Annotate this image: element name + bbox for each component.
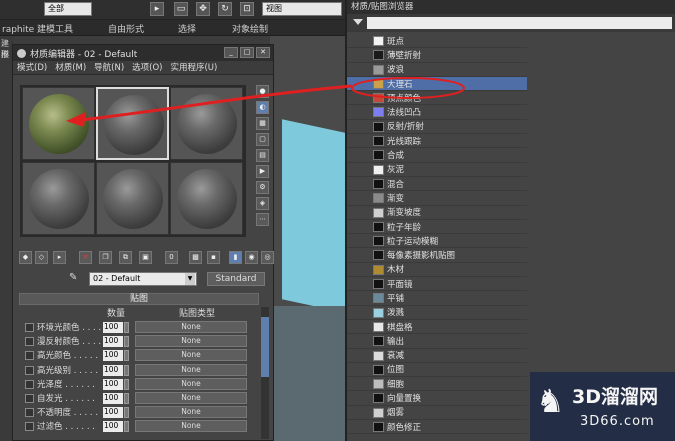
annotation-arrow xyxy=(79,84,353,122)
deer-logo-icon: ♞ xyxy=(536,382,565,420)
watermark-logo: ♞ 3D溜溜网 3D66.com xyxy=(530,372,675,441)
watermark-sub: 3D66.com xyxy=(580,414,655,429)
watermark-main: 3D溜溜网 xyxy=(572,386,658,408)
annotation-arrow-head xyxy=(66,112,86,127)
annotation-ellipse xyxy=(351,77,465,99)
